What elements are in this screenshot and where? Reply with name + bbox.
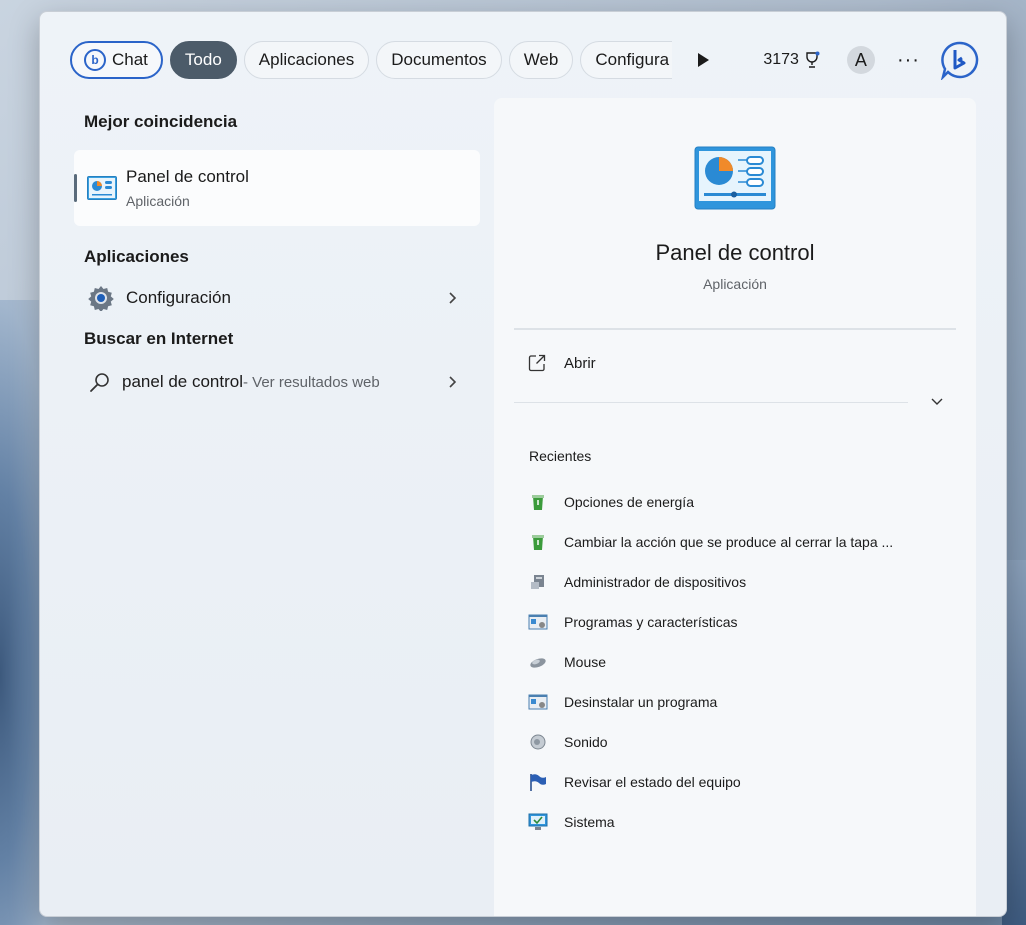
divider — [514, 402, 908, 403]
recent-item-label: Mouse — [564, 654, 607, 670]
bing-chat-icon: b — [84, 49, 106, 71]
chevron-right-icon — [449, 376, 457, 388]
recent-item[interactable]: Cambiar la acción que se produce al cerr… — [528, 522, 948, 562]
recent-item[interactable]: Desinstalar un programa — [528, 682, 948, 722]
tab-todo[interactable]: Todo — [169, 41, 237, 79]
programs-icon — [528, 694, 548, 710]
play-icon — [697, 53, 709, 67]
preview-subtitle: Aplicación — [703, 276, 767, 292]
best-match-subtitle: Aplicación — [126, 193, 190, 209]
rewards-points[interactable]: 3173 — [763, 51, 821, 69]
preview-pane: Panel de control Aplicación Abrir Recien… — [494, 98, 976, 916]
web-search-header: Buscar en Internet — [84, 329, 234, 348]
best-match-header: Mejor coincidencia — [84, 112, 238, 131]
trophy-icon — [806, 51, 820, 68]
recent-item-label: Sonido — [564, 734, 608, 750]
power-options-icon — [532, 495, 544, 510]
tab-documentos-label: Documentos — [391, 50, 487, 69]
sound-icon — [530, 734, 546, 750]
recent-item[interactable]: Revisar el estado del equipo — [528, 762, 948, 802]
tab-web-label: Web — [523, 50, 559, 69]
preview-title: Panel de control — [655, 240, 815, 265]
chevron-right-icon — [449, 292, 457, 304]
results-column: Mejor coincidencia Panel de control Apli… — [74, 112, 482, 405]
system-icon — [528, 813, 548, 830]
app-item-label: Configuración — [126, 288, 231, 307]
tab-todo-label: Todo — [184, 50, 222, 69]
filter-bar: b Chat Todo Aplicaciones Documentos Web … — [70, 40, 980, 80]
more-icon: ··· — [896, 48, 920, 71]
web-search-suffix: - Ver resultados web — [242, 373, 380, 391]
bing-icon[interactable] — [940, 40, 980, 80]
apps-header: Aplicaciones — [84, 247, 189, 266]
flag-icon — [530, 774, 546, 791]
chat-label: Chat — [112, 50, 148, 69]
power-options-icon — [532, 535, 544, 550]
tab-documentos[interactable]: Documentos — [376, 41, 502, 79]
tab-configuracion-label: Configura — [595, 50, 670, 69]
open-label: Abrir — [564, 354, 596, 372]
rewards-points-value: 3173 — [763, 51, 799, 68]
tab-configuracion[interactable]: Configura — [580, 41, 673, 79]
recent-item-label: Sistema — [564, 814, 615, 830]
search-panel: b Chat Todo Aplicaciones Documentos Web … — [39, 11, 1007, 917]
search-icon — [90, 373, 109, 392]
best-match-text: Panel de control Aplicación — [126, 167, 249, 209]
chevron-down-icon[interactable] — [930, 396, 944, 408]
more-options-button[interactable]: ··· — [897, 49, 920, 72]
open-external-icon — [528, 354, 546, 372]
avatar-letter: A — [854, 49, 867, 70]
selection-indicator — [74, 174, 77, 202]
recent-item-label: Desinstalar un programa — [564, 694, 718, 710]
recent-item-label: Administrador de dispositivos — [564, 574, 747, 590]
mouse-icon — [530, 658, 546, 668]
device-manager-icon — [531, 575, 544, 589]
recent-item[interactable]: Sistema — [528, 802, 948, 842]
programs-icon — [528, 614, 548, 630]
recent-item-label: Cambiar la acción que se produce al cerr… — [564, 534, 894, 550]
recent-list: Opciones de energía Cambiar la acción qu… — [528, 482, 948, 842]
best-match-title: Panel de control — [126, 167, 249, 186]
recent-item-label: Opciones de energía — [564, 494, 694, 510]
settings-gear-icon — [88, 286, 114, 311]
recent-item[interactable]: Opciones de energía — [528, 482, 948, 522]
control-panel-icon — [87, 176, 117, 200]
best-match-item[interactable]: Panel de control Aplicación — [74, 150, 480, 226]
app-item-configuracion[interactable]: Configuración — [74, 275, 482, 321]
recent-item[interactable]: Sonido — [528, 722, 948, 762]
control-panel-large-icon — [694, 146, 776, 210]
tab-aplicaciones[interactable]: Aplicaciones — [243, 41, 370, 79]
recent-item-label: Programas y características — [564, 614, 738, 630]
tab-aplicaciones-label: Aplicaciones — [258, 50, 355, 69]
avatar[interactable]: A — [846, 46, 875, 74]
web-search-query: panel de control — [122, 372, 243, 391]
recent-header: Recientes — [529, 448, 592, 464]
recent-item[interactable]: Administrador de dispositivos — [528, 562, 948, 602]
tab-web[interactable]: Web — [508, 41, 574, 79]
divider — [514, 328, 956, 330]
recent-item[interactable]: Mouse — [528, 642, 948, 682]
open-action[interactable]: Abrir — [528, 354, 596, 372]
web-search-result[interactable]: panel de control - Ver resultados web — [74, 359, 482, 405]
scroll-filters-button[interactable] — [683, 41, 723, 79]
recent-item[interactable]: Programas y características — [528, 602, 948, 642]
recent-item-label: Revisar el estado del equipo — [564, 774, 741, 790]
chat-button[interactable]: b Chat — [70, 41, 163, 79]
